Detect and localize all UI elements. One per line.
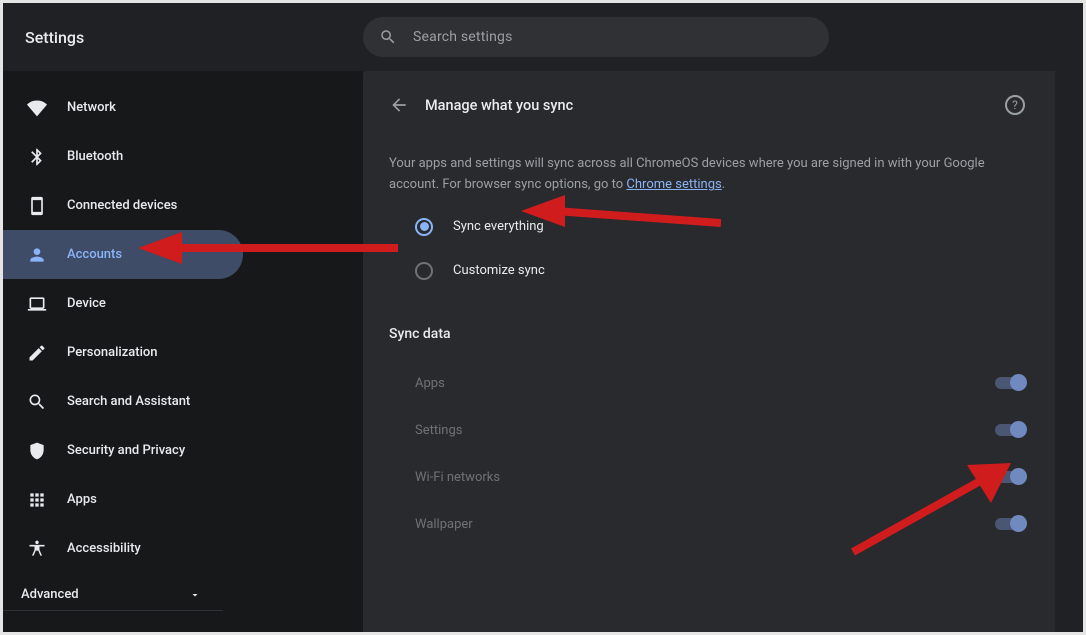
sync-mode-radio-group: Sync everything Customize sync (389, 218, 1025, 280)
sync-row-label: Settings (415, 423, 462, 438)
search-icon (379, 28, 397, 46)
page-title: Manage what you sync (425, 97, 989, 114)
app-header: Settings Search settings (3, 3, 1083, 71)
toggle-wallpaper[interactable] (995, 518, 1025, 530)
radio-label: Customize sync (453, 263, 545, 278)
sidebar-item-label: Accounts (67, 247, 122, 262)
sidebar-item-label: Bluetooth (67, 149, 123, 164)
sync-row-apps: Apps (389, 360, 1025, 407)
sync-description: Your apps and settings will sync across … (389, 153, 1025, 196)
sidebar-item-bluetooth[interactable]: Bluetooth (3, 132, 243, 181)
sidebar-item-label: Device (67, 296, 106, 311)
sync-row-settings: Settings (389, 407, 1025, 454)
sidebar-item-apps[interactable]: Apps (3, 475, 243, 524)
sync-row-wallpaper: Wallpaper (389, 501, 1025, 548)
toggle-settings[interactable] (995, 424, 1025, 436)
advanced-label: Advanced (21, 587, 79, 602)
radio-indicator (415, 262, 433, 280)
sidebar-item-network[interactable]: Network (3, 83, 243, 132)
search-input[interactable]: Search settings (363, 17, 829, 57)
sidebar-item-device[interactable]: Device (3, 279, 243, 328)
sync-row-label: Wallpaper (415, 517, 473, 532)
pencil-icon (27, 343, 47, 363)
sidebar-item-personalization[interactable]: Personalization (3, 328, 243, 377)
main-panel: Manage what you sync ? Your apps and set… (363, 71, 1055, 632)
sidebar-item-label: Security and Privacy (67, 443, 185, 458)
sidebar-item-label: Personalization (67, 345, 158, 360)
sidebar-item-label: Search and Assistant (67, 394, 190, 409)
shield-icon (27, 441, 47, 461)
bluetooth-icon (27, 147, 47, 167)
phone-icon (27, 196, 47, 216)
sidebar-item-label: Accessibility (67, 541, 141, 556)
help-button[interactable]: ? (1005, 95, 1025, 115)
search-icon (27, 392, 47, 412)
sidebar-item-accessibility[interactable]: Accessibility (3, 524, 243, 573)
sync-row-wifi: Wi-Fi networks (389, 454, 1025, 501)
back-button[interactable] (389, 95, 409, 115)
laptop-icon (27, 294, 47, 314)
sidebar-item-security-privacy[interactable]: Security and Privacy (3, 426, 243, 475)
person-icon (27, 245, 47, 265)
sync-row-label: Apps (415, 376, 445, 391)
sidebar-item-label: Network (67, 100, 116, 115)
radio-label: Sync everything (453, 219, 544, 234)
apps-icon (27, 490, 47, 510)
sidebar: Network Bluetooth Connected devices Acco… (3, 71, 363, 632)
search-placeholder: Search settings (413, 29, 513, 45)
radio-customize-sync[interactable]: Customize sync (415, 262, 1025, 280)
sync-data-list: Apps Settings Wi-Fi networks Wallpaper (389, 360, 1025, 548)
radio-indicator (415, 218, 433, 236)
advanced-toggle[interactable]: Advanced (3, 573, 223, 611)
toggle-wifi[interactable] (995, 471, 1025, 483)
sync-data-heading: Sync data (389, 326, 1025, 342)
sidebar-item-accounts[interactable]: Accounts (3, 230, 243, 279)
sidebar-item-label: Apps (67, 492, 97, 507)
chrome-settings-link[interactable]: Chrome settings (626, 177, 721, 192)
sidebar-item-search-assistant[interactable]: Search and Assistant (3, 377, 243, 426)
sidebar-item-connected-devices[interactable]: Connected devices (3, 181, 243, 230)
accessibility-icon (27, 539, 47, 559)
toggle-apps[interactable] (995, 377, 1025, 389)
sidebar-item-label: Connected devices (67, 198, 177, 213)
sync-row-label: Wi-Fi networks (415, 470, 500, 485)
radio-sync-everything[interactable]: Sync everything (415, 218, 1025, 236)
wifi-icon (27, 98, 47, 118)
app-title: Settings (3, 28, 363, 47)
chevron-down-icon (189, 589, 201, 601)
